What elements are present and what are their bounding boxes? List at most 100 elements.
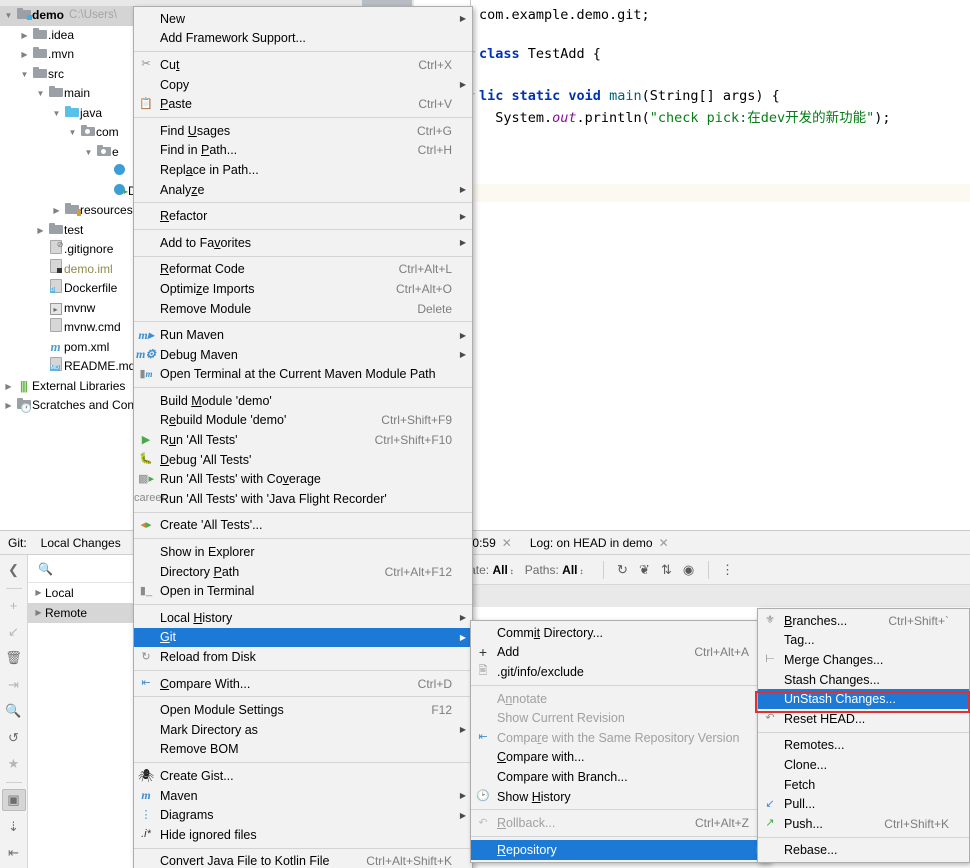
menu-item-merge-changes[interactable]: ⊢ Merge Changes... bbox=[758, 650, 969, 670]
menu-item-show-in-explorer[interactable]: Show in Explorer bbox=[134, 542, 472, 562]
chevron-right-icon[interactable]: ▶ bbox=[50, 201, 63, 221]
chevron-down-icon[interactable]: ▼ bbox=[34, 84, 47, 104]
close-icon[interactable]: ✕ bbox=[502, 536, 512, 550]
menu-item-analyze[interactable]: Analyze ▶ bbox=[134, 180, 472, 200]
delete-icon[interactable]: 🗑 bbox=[2, 648, 26, 670]
menu-item-show-history[interactable]: 🕑 Show History bbox=[471, 787, 769, 807]
menu-item-add-to-favorites[interactable]: Add to Favorites ▶ bbox=[134, 233, 472, 253]
branch-row-remote[interactable]: ▶ Remote bbox=[28, 603, 137, 623]
collapse-all-icon[interactable]: ⇤ bbox=[2, 842, 26, 864]
menu-item-find-usages[interactable]: Find Usages Ctrl+G bbox=[134, 121, 472, 141]
git-left-toolbar[interactable]: ❮ + ↙ 🗑 ⇥ 🔍 ↺ ★ ▣ ⇣ ⇤ bbox=[0, 555, 28, 868]
code-editor[interactable]: com.example.demo.git; – class TestAdd { … bbox=[470, 0, 970, 530]
menu-item-rebuild-module-demo[interactable]: Rebuild Module 'demo' Ctrl+Shift+F9 bbox=[134, 411, 472, 431]
group-icon[interactable]: ▣ bbox=[1, 789, 26, 811]
menu-item-remotes[interactable]: Remotes... bbox=[758, 736, 969, 756]
menu-item-find-in-path[interactable]: Find in Path... Ctrl+H bbox=[134, 141, 472, 161]
menu-item-refactor[interactable]: Refactor ▶ bbox=[134, 206, 472, 226]
menu-item-run-all-tests-with-java-flight-recorder[interactable]: career; Run 'All Tests' with 'Java Flight… bbox=[134, 489, 472, 509]
menu-item-debug-all-tests[interactable]: 🐛 Debug 'All Tests' bbox=[134, 450, 472, 470]
menu-item-new[interactable]: New ▶ bbox=[134, 9, 472, 29]
menu-item-create-all-tests[interactable]: ◂▸ Create 'All Tests'... bbox=[134, 516, 472, 536]
menu-item-local-history[interactable]: Local History ▶ bbox=[134, 608, 472, 628]
close-icon[interactable]: ✕ bbox=[659, 536, 669, 550]
intellisort-icon[interactable]: ⋮ bbox=[717, 562, 739, 578]
menu-item-convert-java-file-to-kotlin-file[interactable]: Convert Java File to Kotlin File Ctrl+Alt… bbox=[134, 852, 472, 868]
menu-item-compare-with[interactable]: ⇤ Compare With... Ctrl+D bbox=[134, 674, 472, 694]
repository-submenu[interactable]: ⚜ Branches... Ctrl+Shift+` Tag... ⊢ Merge Cha… bbox=[757, 608, 970, 864]
chevron-down-icon[interactable]: ▼ bbox=[2, 6, 15, 26]
chevron-right-icon[interactable]: ▶ bbox=[34, 221, 47, 241]
branch-tree-panel[interactable]: 🔍 ▶ Local ▶ Remote bbox=[28, 555, 138, 868]
menu-item-build-module-demo[interactable]: Build Module 'demo' bbox=[134, 391, 472, 411]
project-context-menu[interactable]: New ▶ Add Framework Support... ✂ Cut Ctrl+X Co… bbox=[133, 6, 473, 868]
favorite-icon[interactable]: ★ bbox=[2, 754, 26, 776]
menu-item-cut[interactable]: ✂ Cut Ctrl+X bbox=[134, 55, 472, 75]
refresh-log-icon[interactable]: ↻ bbox=[612, 562, 634, 578]
menu-item-unstash-changes[interactable]: UnStash Changes... bbox=[758, 689, 969, 709]
menu-item-commit-directory[interactable]: Commit Directory... bbox=[471, 623, 769, 643]
menu-item-reload-from-disk[interactable]: ↻ Reload from Disk bbox=[134, 647, 472, 667]
menu-item-optimize-imports[interactable]: Optimize Imports Ctrl+Alt+O bbox=[134, 279, 472, 299]
menu-item-branches[interactable]: ⚜ Branches... Ctrl+Shift+` bbox=[758, 611, 969, 631]
menu-item-paste[interactable]: 📋 Paste Ctrl+V bbox=[134, 94, 472, 114]
menu-item-reset-head[interactable]: ↶ Reset HEAD... bbox=[758, 709, 969, 729]
tab-log[interactable]: Log: on HEAD in demo bbox=[530, 536, 653, 550]
menu-item-fetch[interactable]: Fetch bbox=[758, 775, 969, 795]
menu-item-remove-bom[interactable]: Remove BOM bbox=[134, 740, 472, 760]
menu-item-diagrams[interactable]: ⋮ Diagrams ▶ bbox=[134, 805, 472, 825]
menu-item-debug-maven[interactable]: m⚙ Debug Maven ▶ bbox=[134, 345, 472, 365]
menu-item-add-framework-support[interactable]: Add Framework Support... bbox=[134, 29, 472, 49]
menu-item-add[interactable]: + Add Ctrl+Alt+A bbox=[471, 643, 769, 663]
menu-item-run-maven[interactable]: m▸ Run Maven ▶ bbox=[134, 325, 472, 345]
tab-local-changes[interactable]: Local Changes bbox=[41, 536, 121, 550]
menu-item-push[interactable]: ↗ Push... Ctrl+Shift+K bbox=[758, 814, 969, 834]
menu-item-repository[interactable]: Repository▶ bbox=[471, 839, 769, 860]
menu-item-open-in-terminal[interactable]: ▮_ Open in Terminal bbox=[134, 581, 472, 601]
menu-item-directory-path[interactable]: Directory Path Ctrl+Alt+F12 bbox=[134, 562, 472, 582]
menu-item-mark-directory-as[interactable]: Mark Directory as ▶ bbox=[134, 720, 472, 740]
chevron-down-icon[interactable]: ▼ bbox=[82, 143, 95, 163]
menu-item-run-all-tests[interactable]: ▶ Run 'All Tests' Ctrl+Shift+F10 bbox=[134, 430, 472, 450]
menu-item-hide-ignored-files[interactable]: .i* Hide ignored files bbox=[134, 825, 472, 845]
menu-item-tag[interactable]: Tag... bbox=[758, 631, 969, 651]
menu-item-stash-changes[interactable]: Stash Changes... bbox=[758, 670, 969, 690]
menu-item-maven[interactable]: m Maven ▶ bbox=[134, 786, 472, 806]
git-submenu[interactable]: Commit Directory... + Add Ctrl+Alt+A 🖹 .git/i… bbox=[470, 620, 770, 863]
cherry-pick-icon[interactable]: ❦ bbox=[634, 562, 656, 578]
refresh-icon[interactable]: ↺ bbox=[2, 727, 26, 749]
collapse-icon[interactable]: ❮ bbox=[2, 559, 26, 581]
log-filter-paths[interactable]: Paths: All ↕ bbox=[525, 563, 584, 577]
branch-row-local[interactable]: ▶ Local bbox=[28, 583, 137, 603]
chevron-down-icon[interactable]: ▼ bbox=[66, 123, 79, 143]
menu-item-compare-with-branch[interactable]: Compare with Branch... bbox=[471, 767, 769, 787]
branch-search-box[interactable]: 🔍 bbox=[28, 555, 137, 583]
menu-item-create-gist[interactable]: 🕷 Create Gist... bbox=[134, 766, 472, 786]
menu-item-run-all-tests-with-coverage[interactable]: ▩▸ Run 'All Tests' with Coverage bbox=[134, 469, 472, 489]
sort-icon[interactable]: ⇅ bbox=[656, 562, 678, 578]
checkout-icon[interactable]: ↙ bbox=[2, 621, 26, 643]
menu-item-compare-with[interactable]: Compare with... bbox=[471, 748, 769, 768]
menu-item-git-info-exclude[interactable]: 🖹 .git/info/exclude bbox=[471, 662, 769, 682]
menu-item-git[interactable]: Git ▶ bbox=[134, 627, 472, 648]
branch-search-input[interactable] bbox=[52, 560, 123, 577]
chevron-right-icon[interactable]: ▶ bbox=[18, 45, 31, 65]
chevron-down-icon[interactable]: ▼ bbox=[50, 104, 63, 124]
chevron-down-icon[interactable]: ▼ bbox=[18, 65, 31, 85]
menu-item-replace-in-path[interactable]: Replace in Path... bbox=[134, 160, 472, 180]
compare-icon[interactable]: ⇥ bbox=[2, 674, 26, 696]
expand-all-icon[interactable]: ⇣ bbox=[2, 816, 26, 838]
menu-item-remove-module[interactable]: Remove Module Delete bbox=[134, 299, 472, 319]
search-icon[interactable]: 🔍 bbox=[2, 701, 26, 723]
menu-item-pull[interactable]: ↙ Pull... bbox=[758, 794, 969, 814]
menu-item-open-terminal-at-the-current-maven-module-path[interactable]: ▮m Open Terminal at the Current Maven Mod… bbox=[134, 365, 472, 385]
chevron-right-icon[interactable]: ▶ bbox=[18, 26, 31, 46]
menu-item-open-module-settings[interactable]: Open Module Settings F12 bbox=[134, 700, 472, 720]
chevron-right-icon[interactable]: ▶ bbox=[32, 583, 45, 603]
menu-item-rebase[interactable]: Rebase... bbox=[758, 841, 969, 861]
add-icon[interactable]: + bbox=[2, 594, 26, 616]
menu-item-clone[interactable]: Clone... bbox=[758, 755, 969, 775]
menu-item-reformat-code[interactable]: Reformat Code Ctrl+Alt+L bbox=[134, 260, 472, 280]
show-options-icon[interactable]: ◉ bbox=[678, 562, 700, 578]
chevron-right-icon[interactable]: ▶ bbox=[32, 603, 45, 623]
